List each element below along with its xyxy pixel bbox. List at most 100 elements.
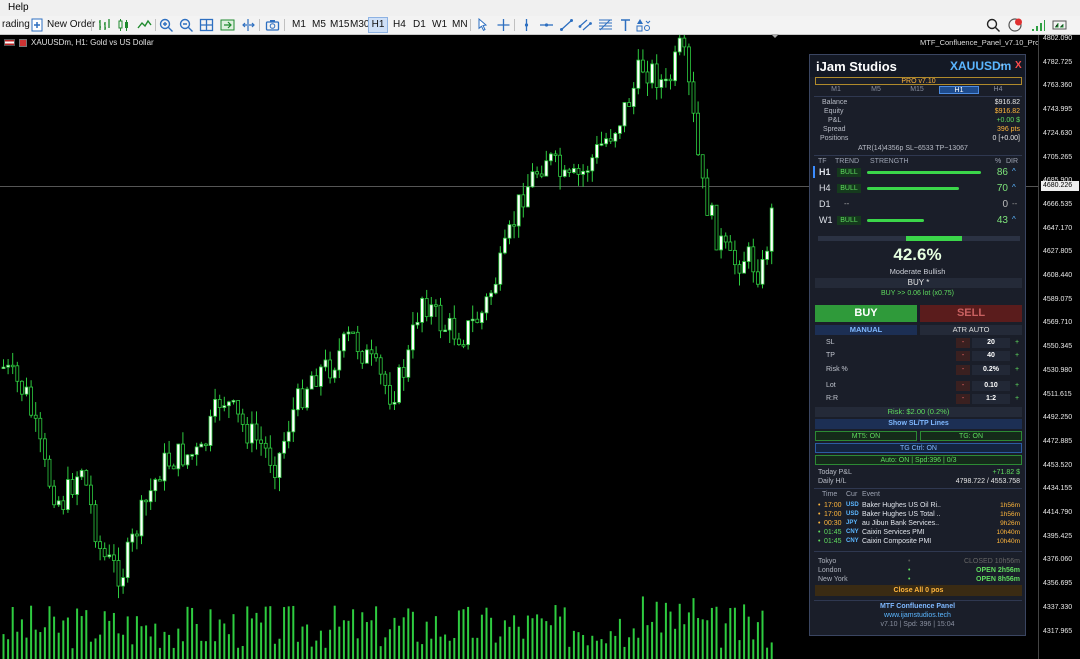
volume-bar: [158, 647, 161, 659]
price-tick-label: 4763.360: [1043, 82, 1073, 90]
candle-body: [475, 318, 480, 324]
candle-body: [516, 194, 521, 227]
tab-h1[interactable]: H1: [939, 86, 979, 94]
volume-bar: [402, 617, 405, 659]
vertical-line-icon[interactable]: [519, 18, 534, 32]
notifications-icon[interactable]: [1008, 18, 1023, 32]
volume-bar: [641, 596, 644, 659]
volume-bar: [485, 607, 488, 659]
shapes-icon[interactable]: [636, 18, 651, 32]
volume-bar: [255, 612, 258, 659]
tp-value[interactable]: 40: [972, 351, 1010, 361]
volume-bar: [591, 635, 594, 659]
connection-icon[interactable]: [1052, 18, 1067, 32]
volume-bar: [582, 634, 585, 659]
timeframe-w1[interactable]: W1: [430, 17, 449, 33]
candle-body: [180, 443, 185, 466]
tp-increment-button[interactable]: +: [1012, 351, 1022, 361]
mt5-toggle-button[interactable]: MT5: ON: [815, 431, 917, 441]
crosshair-icon[interactable]: [496, 18, 511, 32]
lot-value[interactable]: 0.10: [972, 381, 1010, 391]
timeframe-mn[interactable]: MN: [450, 17, 470, 33]
rr-value[interactable]: 1:2: [972, 394, 1010, 404]
tab-h4[interactable]: H4: [981, 86, 1015, 94]
volume-bar: [678, 603, 681, 659]
new-order-button[interactable]: New Order: [45, 17, 97, 33]
candle-body: [742, 261, 746, 274]
candle-body: [318, 366, 323, 387]
equidistant-channel-icon[interactable]: [578, 18, 593, 32]
show-sltp-lines-button[interactable]: Show SL/TP Lines: [815, 419, 1022, 429]
event-row: • 01:45 CNY Caixin Services PMI 10h40m: [818, 529, 1020, 536]
signal-status-icon[interactable]: [1031, 18, 1046, 32]
candle-body: [493, 283, 498, 294]
lot-decrement-button[interactable]: -: [956, 381, 970, 391]
volume-bar: [687, 612, 690, 659]
auto-scroll-icon[interactable]: [241, 18, 256, 32]
candle-body: [636, 59, 641, 89]
sell-button[interactable]: SELL: [920, 305, 1022, 322]
sl-increment-button[interactable]: +: [1012, 338, 1022, 348]
tg-toggle-button[interactable]: TG: ON: [920, 431, 1022, 441]
cursor-icon[interactable]: [475, 18, 490, 32]
candle-body: [364, 349, 369, 364]
tab-m5[interactable]: M5: [859, 86, 893, 94]
volume-bar: [623, 646, 626, 659]
tab-m1[interactable]: M1: [819, 86, 853, 94]
volume-bar: [669, 611, 672, 659]
zoom-in-icon[interactable]: [159, 18, 174, 32]
candle-body: [549, 153, 553, 162]
tab-m15[interactable]: M15: [900, 86, 934, 94]
volume-bar: [674, 628, 677, 659]
chart-shift-marker[interactable]: [771, 34, 779, 38]
candle-body: [144, 499, 149, 503]
sl-field: SL - 20 +: [818, 338, 1022, 348]
sl-value[interactable]: 20: [972, 338, 1010, 348]
bar-chart-icon[interactable]: [97, 18, 112, 32]
zoom-out-icon[interactable]: [179, 18, 194, 32]
timeframe-h1[interactable]: H1: [368, 17, 388, 33]
volume-bar: [526, 615, 529, 659]
candle-body: [650, 63, 654, 84]
horizontal-line-icon[interactable]: [539, 18, 554, 32]
close-all-button[interactable]: Close All 0 pos: [815, 585, 1022, 596]
rr-increment-button[interactable]: +: [1012, 394, 1022, 404]
mode-manual-tab[interactable]: MANUAL: [815, 325, 917, 335]
fibonacci-icon[interactable]: [598, 18, 613, 32]
screenshot-camera-icon[interactable]: [265, 18, 280, 32]
footer-url[interactable]: www.ijamstudios.tech: [810, 612, 1025, 619]
chart-shift-icon[interactable]: [220, 18, 235, 32]
volume-bar: [365, 622, 368, 659]
timeframe-d1[interactable]: D1: [411, 17, 428, 33]
tg-ctrl-button[interactable]: TG Ctrl: ON: [815, 443, 1022, 453]
mode-atr-auto-tab[interactable]: ATR AUTO: [920, 325, 1022, 335]
lot-increment-button[interactable]: +: [1012, 381, 1022, 391]
timeframe-h4[interactable]: H4: [391, 17, 408, 33]
risk-value[interactable]: 0.2%: [972, 365, 1010, 375]
timeframe-m1[interactable]: M1: [290, 17, 308, 33]
tf-row-h1: H1 BULL 86 ^: [810, 165, 1025, 179]
sl-decrement-button[interactable]: -: [956, 338, 970, 348]
auto-trade-button[interactable]: Auto: ON | Spd:396 | 0/3: [815, 455, 1022, 465]
volume-bar: [296, 641, 299, 659]
tp-decrement-button[interactable]: -: [956, 351, 970, 361]
candlestick-chart-icon[interactable]: [116, 18, 131, 32]
risk-decrement-button[interactable]: -: [956, 365, 970, 375]
price-axis[interactable]: 4680.226 4802.090 4782.725 4763.360 4743.99…: [1038, 35, 1080, 659]
minimize-button[interactable]: -: [1000, 59, 1004, 71]
trend-line-icon[interactable]: [559, 18, 574, 32]
close-panel-button[interactable]: X: [1015, 60, 1022, 71]
atr-line: ATR(14)4356p SL~6533 TP~13067: [858, 145, 968, 152]
tile-windows-icon[interactable]: [199, 18, 214, 32]
volume-bar: [457, 610, 460, 659]
timeframe-m5[interactable]: M5: [310, 17, 328, 33]
line-chart-icon[interactable]: [137, 18, 152, 32]
search-icon[interactable]: [986, 18, 1001, 32]
new-order-icon[interactable]: [30, 18, 45, 32]
menu-help[interactable]: Help: [8, 2, 29, 13]
risk-increment-button[interactable]: +: [1012, 365, 1022, 375]
rr-decrement-button[interactable]: -: [956, 394, 970, 404]
algo-trading-button[interactable]: rading: [0, 17, 32, 33]
buy-button[interactable]: BUY: [815, 305, 917, 322]
text-tool-icon[interactable]: [618, 18, 633, 32]
